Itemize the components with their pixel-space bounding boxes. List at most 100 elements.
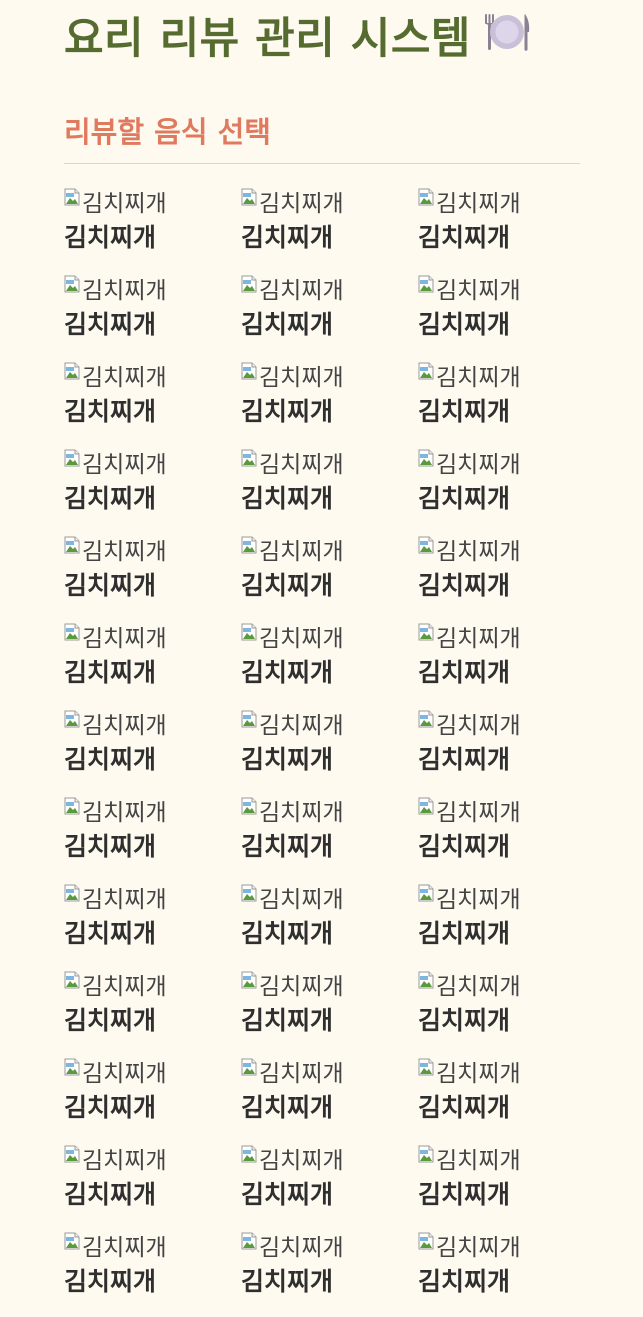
food-image-broken[interactable]: 김치찌개	[64, 1056, 241, 1089]
food-item[interactable]: 김치찌개 김치찌개	[64, 534, 241, 621]
food-image-alt-text: 김치찌개	[82, 278, 167, 304]
food-image-broken[interactable]: 김치찌개	[418, 273, 580, 306]
food-image-broken[interactable]: 김치찌개	[241, 708, 418, 741]
food-image-broken[interactable]: 김치찌개	[64, 1143, 241, 1176]
food-image-broken[interactable]: 김치찌개	[241, 621, 418, 654]
food-item[interactable]: 김치찌개 김치찌개	[418, 621, 580, 708]
food-image-broken[interactable]: 김치찌개	[241, 186, 418, 219]
food-item[interactable]: 김치찌개 김치찌개	[241, 360, 418, 447]
food-name: 김치찌개	[64, 397, 157, 426]
food-item[interactable]: 김치찌개 김치찌개	[241, 447, 418, 534]
food-item[interactable]: 김치찌개 김치찌개	[64, 621, 241, 708]
food-image-broken[interactable]: 김치찌개	[418, 795, 580, 828]
food-item[interactable]: 김치찌개 김치찌개	[241, 1143, 418, 1230]
broken-image-icon	[64, 882, 80, 910]
food-item[interactable]: 김치찌개 김치찌개	[418, 1230, 580, 1317]
food-item[interactable]: 김치찌개 김치찌개	[64, 273, 241, 360]
food-image-broken[interactable]: 김치찌개	[64, 1230, 241, 1263]
food-item[interactable]: 김치찌개 김치찌개	[64, 360, 241, 447]
food-image-broken[interactable]: 김치찌개	[241, 1056, 418, 1089]
food-item[interactable]: 김치찌개 김치찌개	[418, 969, 580, 1056]
broken-image-icon	[418, 621, 434, 649]
food-image-broken[interactable]: 김치찌개	[241, 360, 418, 393]
food-name: 김치찌개	[241, 1006, 334, 1035]
food-item[interactable]: 김치찌개 김치찌개	[64, 1056, 241, 1143]
food-image-broken[interactable]: 김치찌개	[418, 1230, 580, 1263]
food-name: 김치찌개	[241, 571, 334, 600]
food-item[interactable]: 김치찌개 김치찌개	[418, 360, 580, 447]
food-image-broken[interactable]: 김치찌개	[64, 708, 241, 741]
food-item[interactable]: 김치찌개 김치찌개	[64, 447, 241, 534]
food-image-broken[interactable]: 김치찌개	[241, 534, 418, 567]
food-name: 김치찌개	[64, 658, 157, 687]
food-item[interactable]: 김치찌개 김치찌개	[64, 708, 241, 795]
food-item[interactable]: 김치찌개 김치찌개	[64, 882, 241, 969]
food-image-broken[interactable]: 김치찌개	[418, 534, 580, 567]
food-item[interactable]: 김치찌개 김치찌개	[64, 1230, 241, 1317]
food-image-broken[interactable]: 김치찌개	[64, 969, 241, 1002]
food-item[interactable]: 김치찌개 김치찌개	[64, 969, 241, 1056]
food-item[interactable]: 김치찌개 김치찌개	[241, 795, 418, 882]
food-image-broken[interactable]: 김치찌개	[64, 186, 241, 219]
food-item[interactable]: 김치찌개 김치찌개	[418, 795, 580, 882]
food-image-alt-text: 김치찌개	[259, 713, 344, 739]
food-name: 김치찌개	[64, 310, 157, 339]
food-item[interactable]: 김치찌개 김치찌개	[418, 447, 580, 534]
food-item[interactable]: 김치찌개 김치찌개	[418, 1143, 580, 1230]
food-image-broken[interactable]: 김치찌개	[64, 534, 241, 567]
food-image-alt-text: 김치찌개	[259, 1061, 344, 1087]
food-image-broken[interactable]: 김치찌개	[64, 273, 241, 306]
food-image-broken[interactable]: 김치찌개	[418, 969, 580, 1002]
food-image-broken[interactable]: 김치찌개	[418, 360, 580, 393]
broken-image-icon	[64, 708, 80, 736]
food-item[interactable]: 김치찌개 김치찌개	[241, 882, 418, 969]
food-item[interactable]: 김치찌개 김치찌개	[241, 1056, 418, 1143]
food-image-alt-text: 김치찌개	[436, 1235, 521, 1261]
food-item[interactable]: 김치찌개 김치찌개	[418, 186, 580, 273]
food-item[interactable]: 김치찌개 김치찌개	[418, 708, 580, 795]
food-image-broken[interactable]: 김치찌개	[418, 621, 580, 654]
food-image-broken[interactable]: 김치찌개	[64, 360, 241, 393]
food-image-broken[interactable]: 김치찌개	[241, 882, 418, 915]
broken-image-icon	[418, 534, 434, 562]
food-image-broken[interactable]: 김치찌개	[64, 795, 241, 828]
broken-image-icon	[64, 1230, 80, 1258]
food-item[interactable]: 김치찌개 김치찌개	[418, 273, 580, 360]
food-image-broken[interactable]: 김치찌개	[64, 447, 241, 480]
food-item[interactable]: 김치찌개 김치찌개	[241, 969, 418, 1056]
food-image-alt-text: 김치찌개	[82, 539, 167, 565]
broken-image-icon	[241, 708, 257, 736]
broken-image-icon	[241, 1143, 257, 1171]
food-item[interactable]: 김치찌개 김치찌개	[418, 534, 580, 621]
food-item[interactable]: 김치찌개 김치찌개	[241, 621, 418, 708]
food-item[interactable]: 김치찌개 김치찌개	[241, 708, 418, 795]
food-image-broken[interactable]: 김치찌개	[241, 795, 418, 828]
food-item[interactable]: 김치찌개 김치찌개	[64, 1143, 241, 1230]
food-item[interactable]: 김치찌개 김치찌개	[418, 1056, 580, 1143]
food-image-broken[interactable]: 김치찌개	[241, 447, 418, 480]
food-item[interactable]: 김치찌개 김치찌개	[241, 1230, 418, 1317]
food-image-broken[interactable]: 김치찌개	[241, 1143, 418, 1176]
food-item[interactable]: 김치찌개 김치찌개	[241, 186, 418, 273]
food-image-broken[interactable]: 김치찌개	[64, 621, 241, 654]
food-image-alt-text: 김치찌개	[82, 1061, 167, 1087]
food-item[interactable]: 김치찌개 김치찌개	[241, 534, 418, 621]
food-image-broken[interactable]: 김치찌개	[418, 1056, 580, 1089]
food-item[interactable]: 김치찌개 김치찌개	[64, 186, 241, 273]
food-image-broken[interactable]: 김치찌개	[241, 969, 418, 1002]
food-item[interactable]: 김치찌개 김치찌개	[241, 273, 418, 360]
food-name: 김치찌개	[241, 223, 334, 252]
food-image-broken[interactable]: 김치찌개	[418, 447, 580, 480]
broken-image-icon	[64, 795, 80, 823]
food-image-broken[interactable]: 김치찌개	[418, 708, 580, 741]
food-item[interactable]: 김치찌개 김치찌개	[64, 795, 241, 882]
food-image-broken[interactable]: 김치찌개	[64, 882, 241, 915]
food-image-broken[interactable]: 김치찌개	[241, 1230, 418, 1263]
food-item[interactable]: 김치찌개 김치찌개	[418, 882, 580, 969]
food-image-broken[interactable]: 김치찌개	[241, 273, 418, 306]
food-image-broken[interactable]: 김치찌개	[418, 882, 580, 915]
broken-image-icon	[241, 882, 257, 910]
food-image-broken[interactable]: 김치찌개	[418, 1143, 580, 1176]
food-name: 김치찌개	[418, 832, 511, 861]
food-image-broken[interactable]: 김치찌개	[418, 186, 580, 219]
